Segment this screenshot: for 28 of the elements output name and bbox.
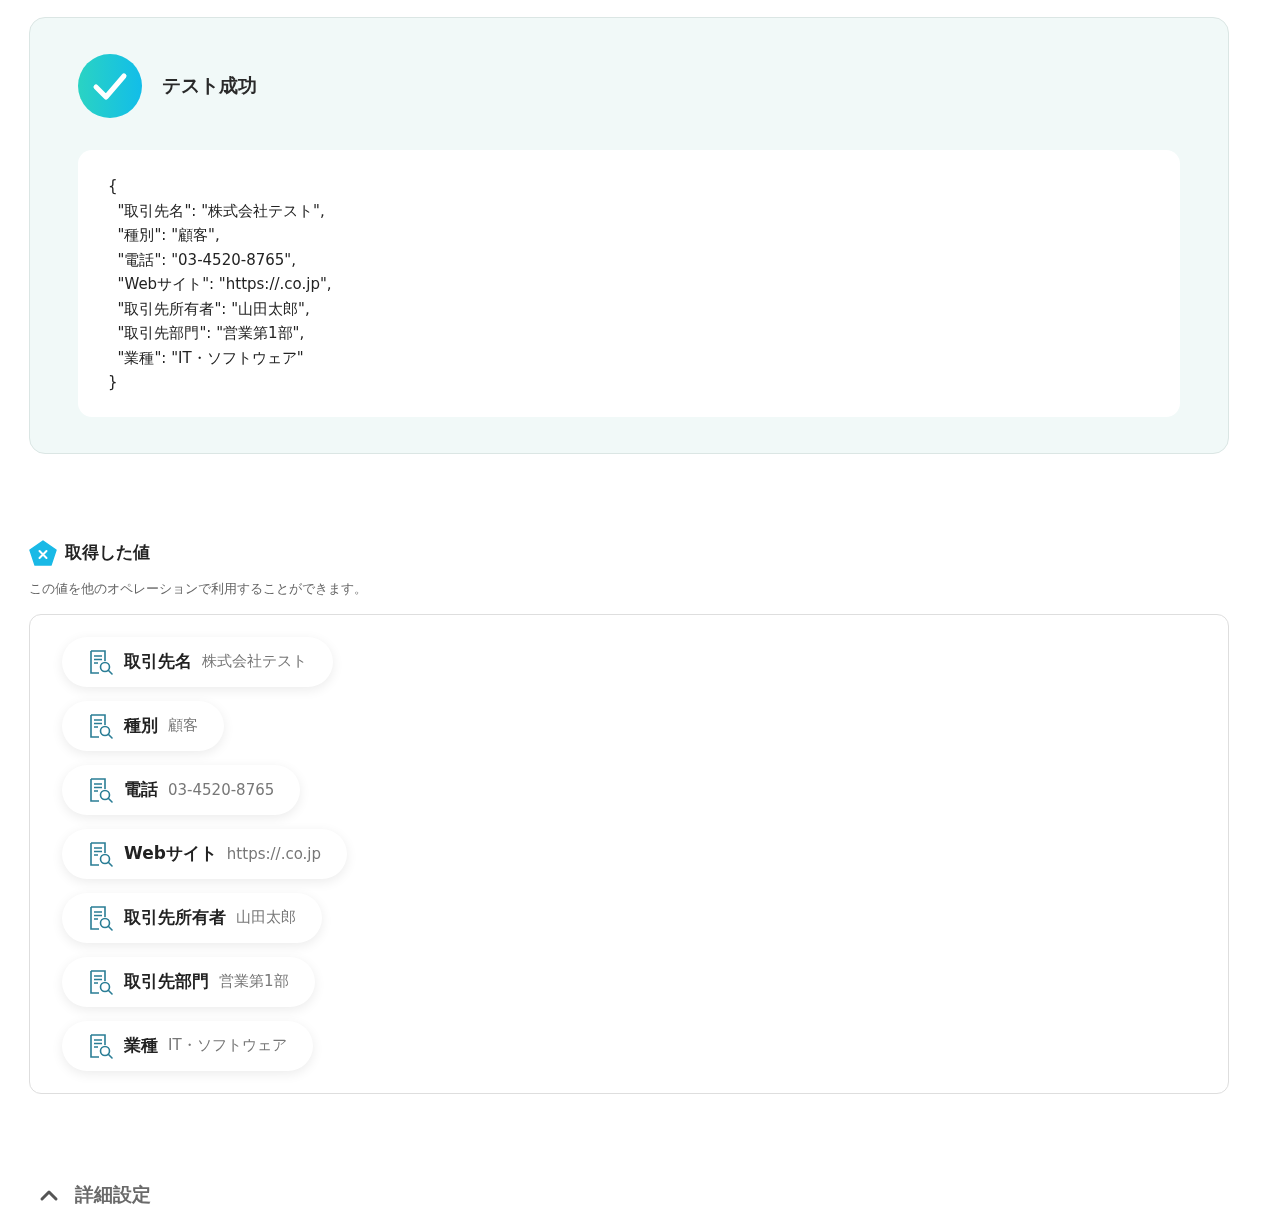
document-search-icon: [88, 776, 114, 803]
value-chip[interactable]: 取引先名 株式会社テスト: [62, 636, 333, 687]
document-search-icon: [88, 904, 114, 931]
code-line: "取引先部門": "営業第1部",: [116, 323, 305, 344]
value-chip[interactable]: Webサイト https://.co.jp: [62, 828, 347, 879]
code-line: "電話": "03-4520-8765",: [116, 249, 296, 271]
document-search-icon: [88, 968, 114, 995]
document-search-icon: [88, 840, 114, 867]
variable-icon: [29, 539, 57, 566]
value-chip[interactable]: 電話 03-4520-8765: [62, 764, 301, 815]
code-line: "業種": "IT・ソフトウェア": [116, 347, 304, 369]
document-search-icon: [88, 648, 114, 675]
document-search-icon: [88, 1032, 114, 1059]
value-chip[interactable]: 取引先部門 営業第1部: [62, 956, 315, 1007]
value-chip[interactable]: 取引先所有者 山田太郎: [62, 892, 322, 943]
value-chip[interactable]: 種別 顧客: [62, 700, 224, 751]
code-line: "Webサイト": "https://.co.jp",: [116, 274, 332, 295]
document-search-icon: [88, 712, 114, 739]
value-chip[interactable]: 業種 IT・ソフトウェア: [62, 1020, 313, 1071]
section-description: この値を他のオペレーションで利用することができます。: [29, 579, 368, 598]
result-title: テスト成功: [162, 73, 257, 98]
code-line: }: [108, 372, 118, 393]
details-toggle[interactable]: 詳細設定: [29, 1181, 1229, 1208]
code-line: "取引先所有者": "山田太郎",: [116, 298, 310, 320]
code-line: "種別": "顧客",: [116, 225, 220, 246]
code-line: {: [108, 176, 118, 197]
code-line: "取引先名": "株式会社テスト",: [116, 200, 325, 222]
section-title: 取得した値: [65, 541, 150, 564]
